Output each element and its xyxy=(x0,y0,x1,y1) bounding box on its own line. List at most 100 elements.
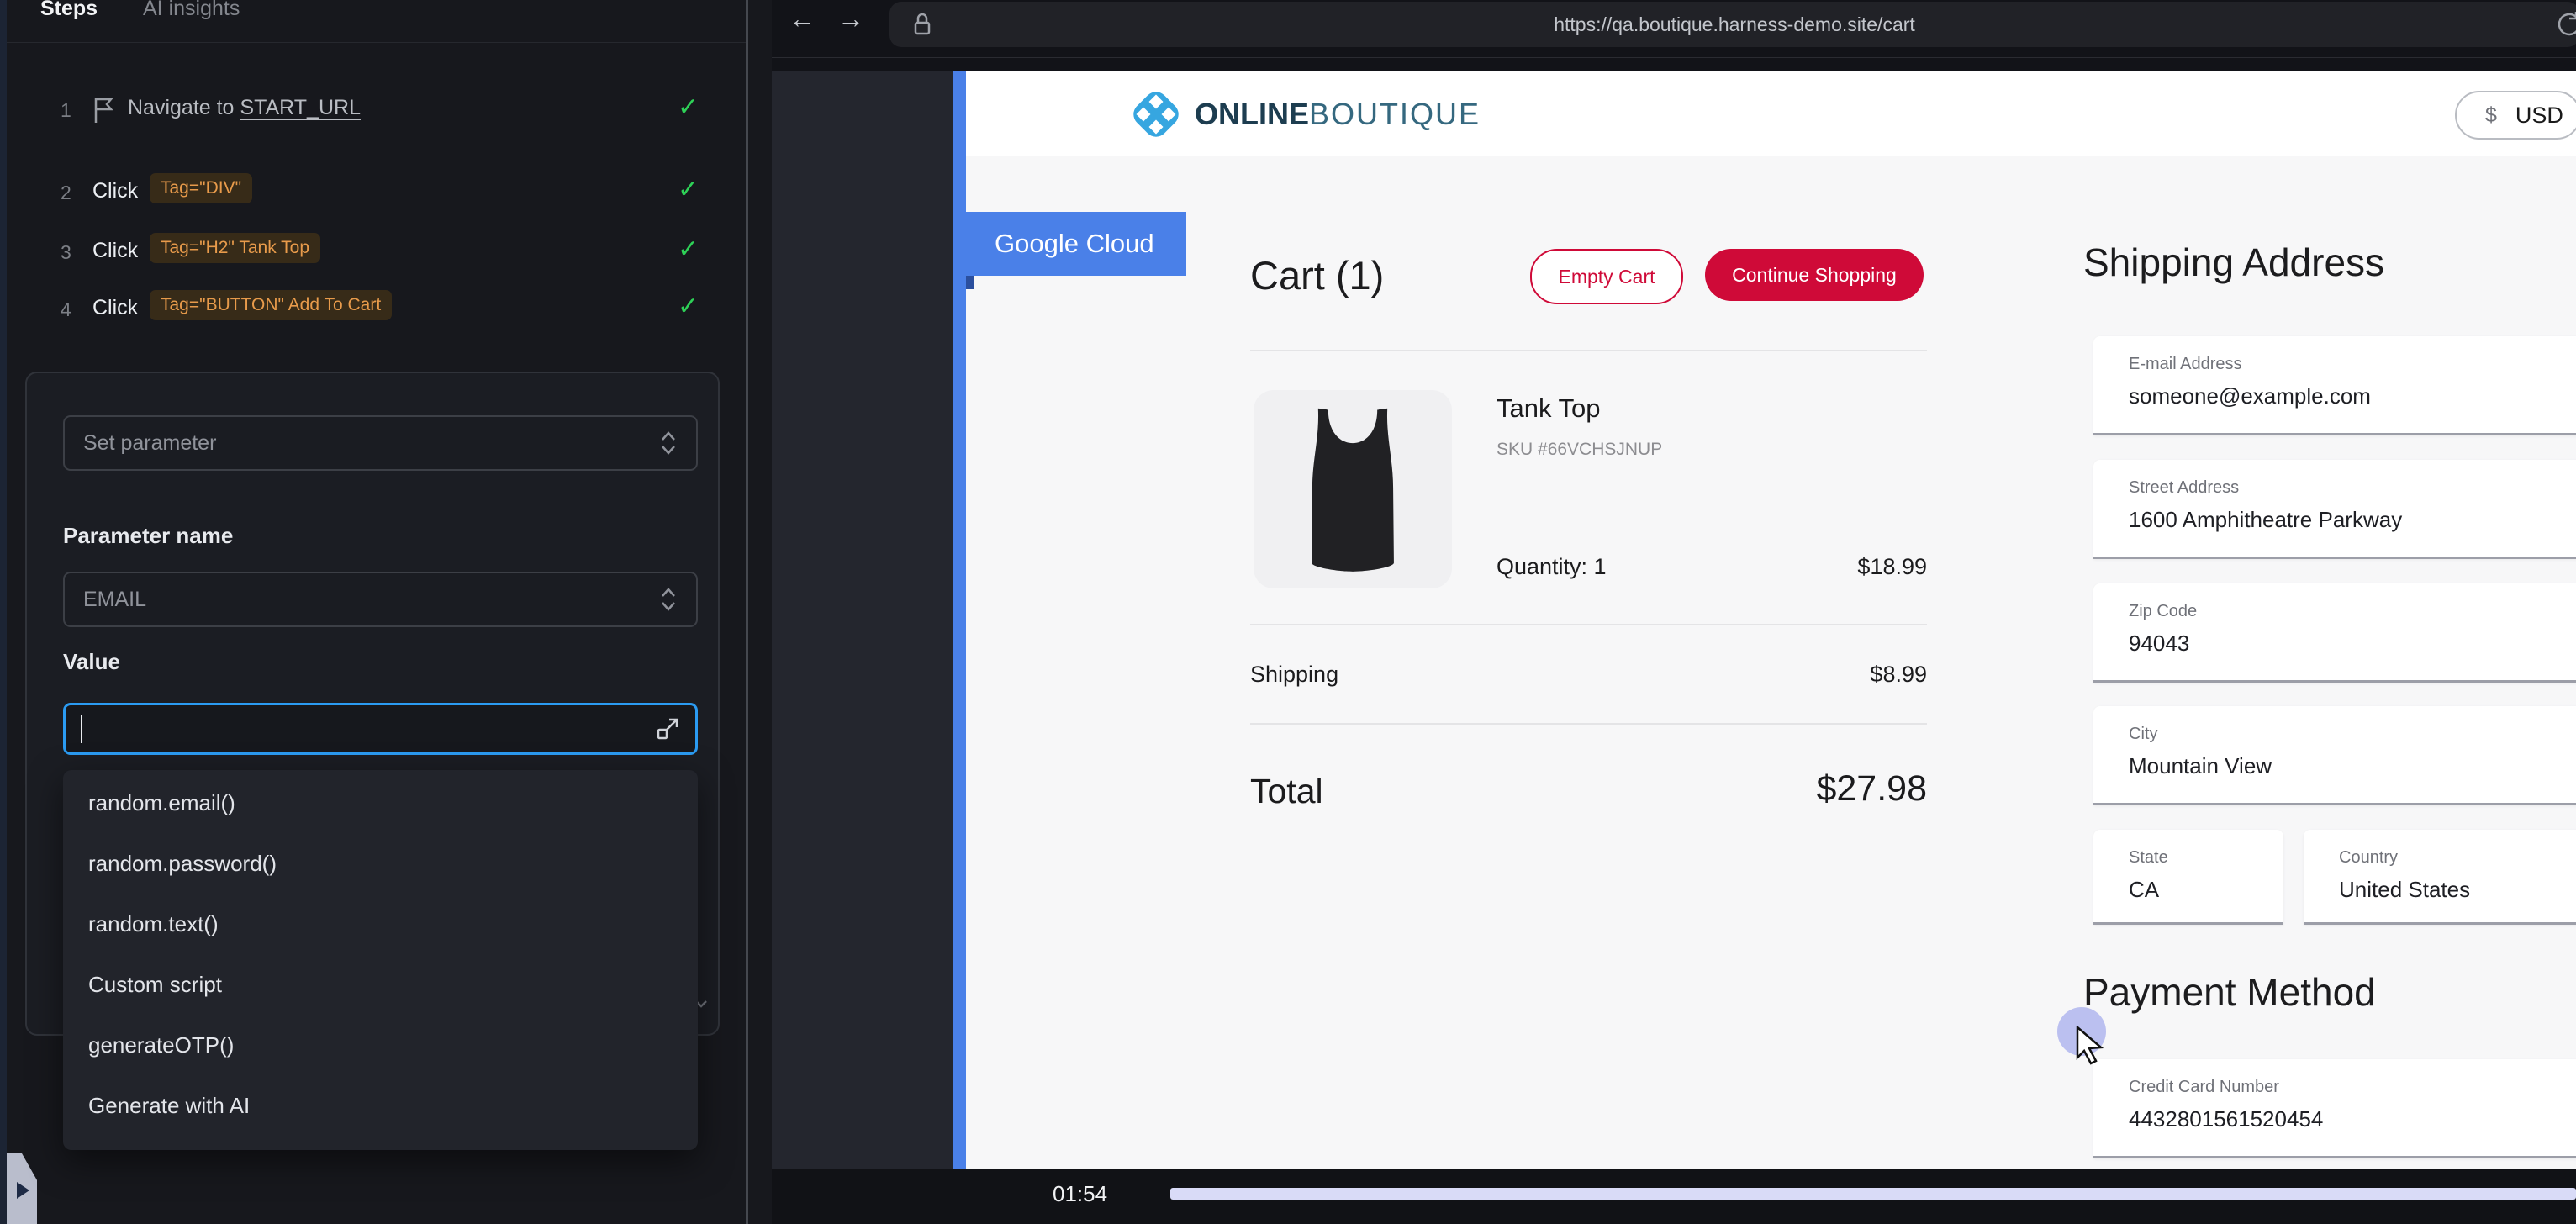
browser-viewport: ONLINEBOUTIQUE $ USD Google Cloud Cart (… xyxy=(772,71,2576,1169)
step-tag-badge: Tag="H2" Tank Top xyxy=(150,233,320,263)
step-success-check-icon: ✓ xyxy=(678,235,699,264)
field-label: Street Address xyxy=(2129,478,2239,498)
step-row-navigate[interactable]: 1 Navigate to START_URL ✓ xyxy=(0,94,745,131)
street-address-field[interactable]: Street Address 1600 Amphitheatre Parkway xyxy=(2093,460,2576,559)
expand-icon[interactable] xyxy=(655,716,680,741)
value-input[interactable] xyxy=(63,703,698,755)
currency-value: USD xyxy=(2515,103,2563,129)
step-action: Navigate to START_URL xyxy=(128,96,361,120)
currency-select[interactable]: $ USD xyxy=(2455,91,2576,140)
flag-icon xyxy=(92,96,114,124)
step-action-text: Navigate to xyxy=(128,96,240,119)
city-field[interactable]: City Mountain View xyxy=(2093,706,2576,805)
field-label: State xyxy=(2129,848,2168,868)
payment-method-title: Payment Method xyxy=(2083,969,2376,1015)
step-action-text: Click xyxy=(92,179,138,203)
lock-icon xyxy=(911,12,933,37)
panel-scrollbar[interactable] xyxy=(746,0,748,1224)
step-number: 1 xyxy=(61,99,71,122)
step-row-click-button[interactable]: 4 Click Tag="BUTTON" Add To Cart ✓ xyxy=(0,290,745,330)
field-value: someone@example.com xyxy=(2129,383,2371,409)
field-value: United States xyxy=(2339,877,2470,903)
product-price: $18.99 xyxy=(1759,554,1927,580)
step-success-check-icon: ✓ xyxy=(678,92,699,122)
replay-bar: 01:54 xyxy=(772,1169,2576,1224)
step-action-text: Click xyxy=(92,296,138,320)
panel-header-divider xyxy=(7,42,747,43)
chrome-divider xyxy=(772,57,2576,58)
continue-shopping-button[interactable]: Continue Shopping xyxy=(1705,249,1924,301)
suggestion-random-email[interactable]: random.email() xyxy=(88,790,235,816)
ribbon-fold xyxy=(966,276,974,289)
step-success-check-icon: ✓ xyxy=(678,175,699,204)
step-action-text: Click xyxy=(92,239,138,263)
field-label: E-mail Address xyxy=(2129,355,2242,374)
dollar-sign-icon: $ xyxy=(2485,103,2497,128)
brand-bold-text: ONLINE xyxy=(1195,97,1309,131)
value-label: Value xyxy=(63,649,120,675)
step-tag-badge: Tag="BUTTON" Add To Cart xyxy=(150,290,392,320)
total-price: $27.98 xyxy=(1717,768,1927,810)
step-success-check-icon: ✓ xyxy=(678,292,699,321)
parameter-name-select[interactable]: EMAIL xyxy=(63,572,698,627)
product-quantity: Quantity: 1 xyxy=(1497,554,1607,580)
mouse-cursor-icon xyxy=(2072,1026,2109,1066)
field-label: Country xyxy=(2339,848,2398,868)
field-value: 4432801561520454 xyxy=(2129,1106,2323,1132)
zip-code-field[interactable]: Zip Code 94043 xyxy=(2093,583,2576,683)
field-label: City xyxy=(2129,725,2157,744)
suggestion-custom-script[interactable]: Custom script xyxy=(88,972,222,998)
email-field[interactable]: E-mail Address someone@example.com xyxy=(2093,336,2576,435)
replay-timestamp: 01:54 xyxy=(1053,1181,1107,1207)
step-number: 3 xyxy=(61,241,71,264)
tab-ai-insights[interactable]: AI insights xyxy=(143,0,240,21)
field-label: Zip Code xyxy=(2129,602,2197,621)
brand-light-text: BOUTIQUE xyxy=(1309,97,1481,131)
web-page: ONLINEBOUTIQUE $ USD Google Cloud Cart (… xyxy=(966,71,2576,1169)
chevron-updown-icon xyxy=(659,430,678,456)
page-left-accent-strip xyxy=(953,71,966,1169)
field-value: CA xyxy=(2129,877,2159,903)
divider xyxy=(1250,723,1927,725)
empty-cart-button[interactable]: Empty Cart xyxy=(1530,249,1683,304)
divider xyxy=(1250,624,1927,625)
action-type-select[interactable]: Set parameter xyxy=(63,415,698,471)
total-label: Total xyxy=(1250,772,1323,811)
step-row-click-h2[interactable]: 3 Click Tag="H2" Tank Top ✓ xyxy=(0,233,745,273)
tank-top-image xyxy=(1279,403,1427,576)
online-boutique-wordmark[interactable]: ONLINEBOUTIQUE xyxy=(1195,97,1481,132)
back-arrow-icon[interactable]: ← xyxy=(789,5,816,32)
tab-steps[interactable]: Steps xyxy=(40,0,98,21)
url-bar[interactable]: https://qa.boutique.harness-demo.site/ca… xyxy=(889,2,2576,47)
url-text: https://qa.boutique.harness-demo.site/ca… xyxy=(1554,13,1915,36)
step-number: 2 xyxy=(61,182,71,204)
step-row-click-div[interactable]: 2 Click Tag="DIV" ✓ xyxy=(0,173,745,214)
step-tag-badge: Tag="DIV" xyxy=(150,173,252,203)
refresh-icon[interactable] xyxy=(2551,10,2576,39)
text-cursor xyxy=(81,715,82,743)
step-target-link[interactable]: START_URL xyxy=(240,96,361,119)
cart-title: Cart (1) xyxy=(1250,252,1384,298)
product-name: Tank Top xyxy=(1497,393,1601,424)
shipping-price: $8.99 xyxy=(1759,662,1927,688)
country-field[interactable]: Country United States xyxy=(2304,830,2576,925)
suggestion-generate-with-ai[interactable]: Generate with AI xyxy=(88,1093,250,1119)
shipping-label: Shipping xyxy=(1250,662,1338,688)
field-value: 1600 Amphitheatre Parkway xyxy=(2129,507,2402,533)
value-suggestions-dropdown: random.email() random.password() random.… xyxy=(63,770,698,1150)
online-boutique-logo-icon[interactable] xyxy=(1128,87,1184,142)
credit-card-number-field[interactable]: Credit Card Number 4432801561520454 xyxy=(2093,1059,2576,1158)
suggestion-generate-otp[interactable]: generateOTP() xyxy=(88,1032,234,1058)
suggestion-random-text[interactable]: random.text() xyxy=(88,911,219,937)
field-value: Mountain View xyxy=(2129,753,2272,779)
field-value: 94043 xyxy=(2129,630,2189,657)
play-triangle-icon xyxy=(17,1182,29,1199)
state-field[interactable]: State CA xyxy=(2093,830,2283,925)
google-cloud-ribbon: Google Cloud xyxy=(966,212,1186,276)
suggestion-random-password[interactable]: random.password() xyxy=(88,851,277,877)
field-label: Credit Card Number xyxy=(2129,1078,2279,1097)
forward-arrow-icon[interactable]: → xyxy=(837,5,864,32)
chevron-updown-icon xyxy=(659,586,678,613)
replay-progress-bar[interactable] xyxy=(1170,1188,2576,1200)
browser-pane: ← → https://qa.boutique.harness-demo.sit… xyxy=(772,0,2576,1224)
